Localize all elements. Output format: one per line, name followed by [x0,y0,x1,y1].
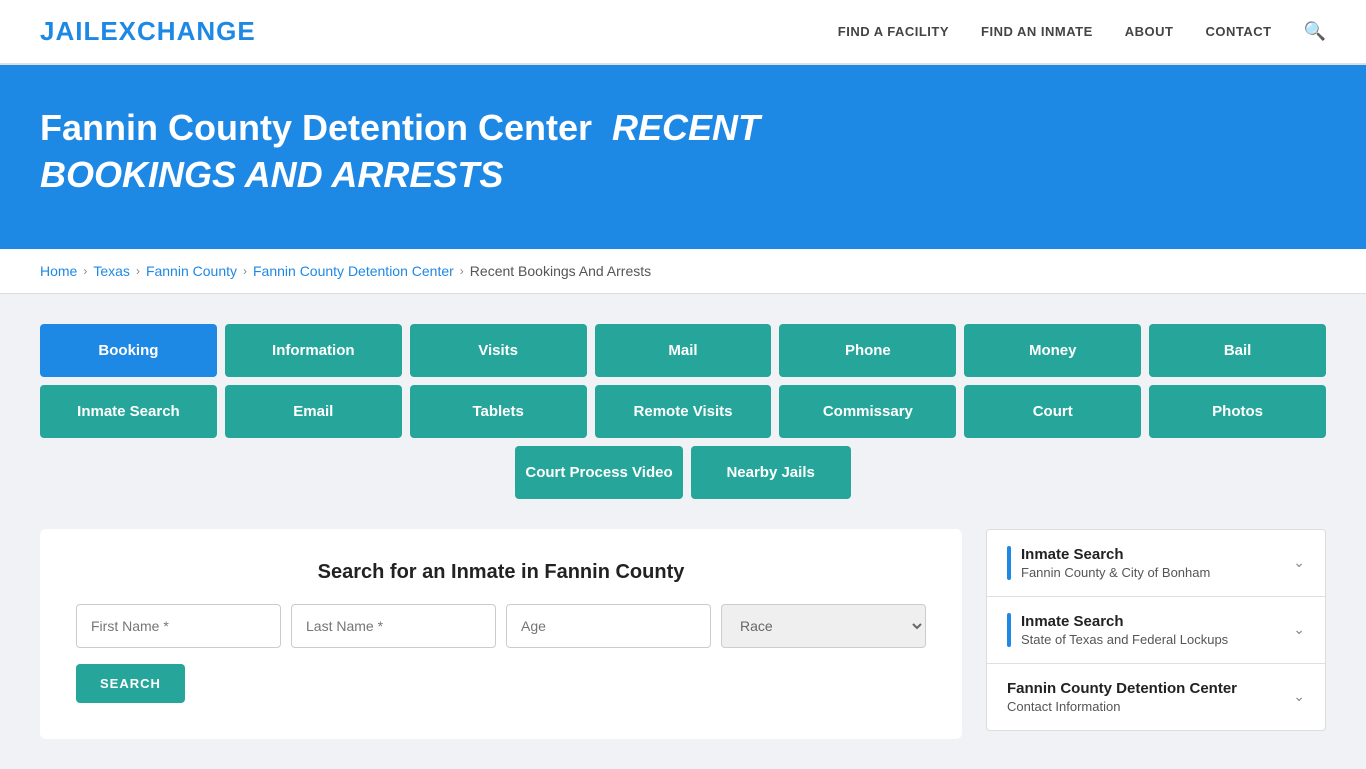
search-submit-button[interactable]: SEARCH [76,664,185,703]
btn-information[interactable]: Information [225,324,402,377]
breadcrumb-bar: Home › Texas › Fannin County › Fannin Co… [0,249,1366,294]
form-fields: Race White Black Hispanic Asian Other [76,604,926,648]
nav-buttons-section: Booking Information Visits Mail Phone Mo… [40,324,1326,499]
sidebar-item-1[interactable]: Inmate Search Fannin County & City of Bo… [987,530,1325,597]
header: JAILEXCHANGE FIND A FACILITY FIND AN INM… [0,0,1366,65]
breadcrumb-sep-1: › [83,264,87,278]
chevron-icon-3: ⌄ [1293,688,1305,705]
btn-email[interactable]: Email [225,385,402,438]
nav-buttons-row3: Court Process Video Nearby Jails [40,446,1326,499]
btn-mail[interactable]: Mail [595,324,772,377]
sidebar-item-1-text: Inmate Search Fannin County & City of Bo… [1021,546,1210,580]
main-content: Booking Information Visits Mail Phone Mo… [0,294,1366,769]
page-title: Fannin County Detention Center RECENT BO… [40,105,940,199]
last-name-input[interactable] [291,604,496,648]
content-area: Search for an Inmate in Fannin County Ra… [40,529,1326,739]
sidebar: Inmate Search Fannin County & City of Bo… [986,529,1326,731]
search-form-card: Search for an Inmate in Fannin County Ra… [40,529,962,739]
age-input[interactable] [506,604,711,648]
btn-nearby-jails[interactable]: Nearby Jails [691,446,851,499]
btn-court[interactable]: Court [964,385,1141,438]
chevron-icon-1: ⌄ [1293,554,1305,571]
hero-section: Fannin County Detention Center RECENT BO… [0,65,1366,249]
breadcrumb-detention-center[interactable]: Fannin County Detention Center [253,263,454,279]
sidebar-item-3-main: Fannin County Detention Center [1007,680,1237,697]
nav-find-facility[interactable]: FIND A FACILITY [838,24,949,39]
btn-photos[interactable]: Photos [1149,385,1326,438]
btn-visits[interactable]: Visits [410,324,587,377]
btn-commissary[interactable]: Commissary [779,385,956,438]
sidebar-item-2-sub: State of Texas and Federal Lockups [1021,632,1228,647]
btn-booking[interactable]: Booking [40,324,217,377]
sidebar-item-1-sub: Fannin County & City of Bonham [1021,565,1210,580]
sidebar-item-2-text: Inmate Search State of Texas and Federal… [1021,613,1228,647]
btn-court-process-video[interactable]: Court Process Video [515,446,682,499]
sidebar-item-2[interactable]: Inmate Search State of Texas and Federal… [987,597,1325,664]
btn-remote-visits[interactable]: Remote Visits [595,385,772,438]
sidebar-item-3-text: Fannin County Detention Center Contact I… [1007,680,1237,714]
breadcrumb-sep-4: › [460,264,464,278]
search-form-title: Search for an Inmate in Fannin County [76,561,926,584]
btn-phone[interactable]: Phone [779,324,956,377]
btn-money[interactable]: Money [964,324,1141,377]
breadcrumb: Home › Texas › Fannin County › Fannin Co… [40,263,1326,279]
sidebar-item-1-left: Inmate Search Fannin County & City of Bo… [1007,546,1210,580]
header-search-button[interactable]: 🔍 [1304,21,1326,42]
first-name-input[interactable] [76,604,281,648]
nav-contact[interactable]: CONTACT [1205,24,1271,39]
chevron-icon-2: ⌄ [1293,621,1305,638]
btn-inmate-search[interactable]: Inmate Search [40,385,217,438]
sidebar-accent-1 [1007,546,1011,580]
sidebar-item-3-sub: Contact Information [1007,699,1237,714]
btn-bail[interactable]: Bail [1149,324,1326,377]
breadcrumb-sep-3: › [243,264,247,278]
sidebar-item-2-left: Inmate Search State of Texas and Federal… [1007,613,1228,647]
nav-buttons-row2: Inmate Search Email Tablets Remote Visit… [40,385,1326,438]
btn-tablets[interactable]: Tablets [410,385,587,438]
sidebar-accent-2 [1007,613,1011,647]
nav-find-inmate[interactable]: FIND AN INMATE [981,24,1093,39]
breadcrumb-home[interactable]: Home [40,263,77,279]
logo-exchange: EXCHANGE [100,16,255,46]
sidebar-item-2-main: Inmate Search [1021,613,1228,630]
nav-about[interactable]: ABOUT [1125,24,1174,39]
nav-buttons-row1: Booking Information Visits Mail Phone Mo… [40,324,1326,377]
breadcrumb-current: Recent Bookings And Arrests [470,263,651,279]
sidebar-item-3-left: Fannin County Detention Center Contact I… [1007,680,1237,714]
breadcrumb-sep-2: › [136,264,140,278]
hero-title-main: Fannin County Detention Center [40,107,592,148]
sidebar-item-1-main: Inmate Search [1021,546,1210,563]
logo[interactable]: JAILEXCHANGE [40,16,256,47]
sidebar-item-3[interactable]: Fannin County Detention Center Contact I… [987,664,1325,730]
race-select[interactable]: Race White Black Hispanic Asian Other [721,604,926,648]
main-nav: FIND A FACILITY FIND AN INMATE ABOUT CON… [838,21,1326,42]
logo-jail: JAIL [40,16,100,46]
breadcrumb-texas[interactable]: Texas [93,263,130,279]
breadcrumb-fannin-county[interactable]: Fannin County [146,263,237,279]
